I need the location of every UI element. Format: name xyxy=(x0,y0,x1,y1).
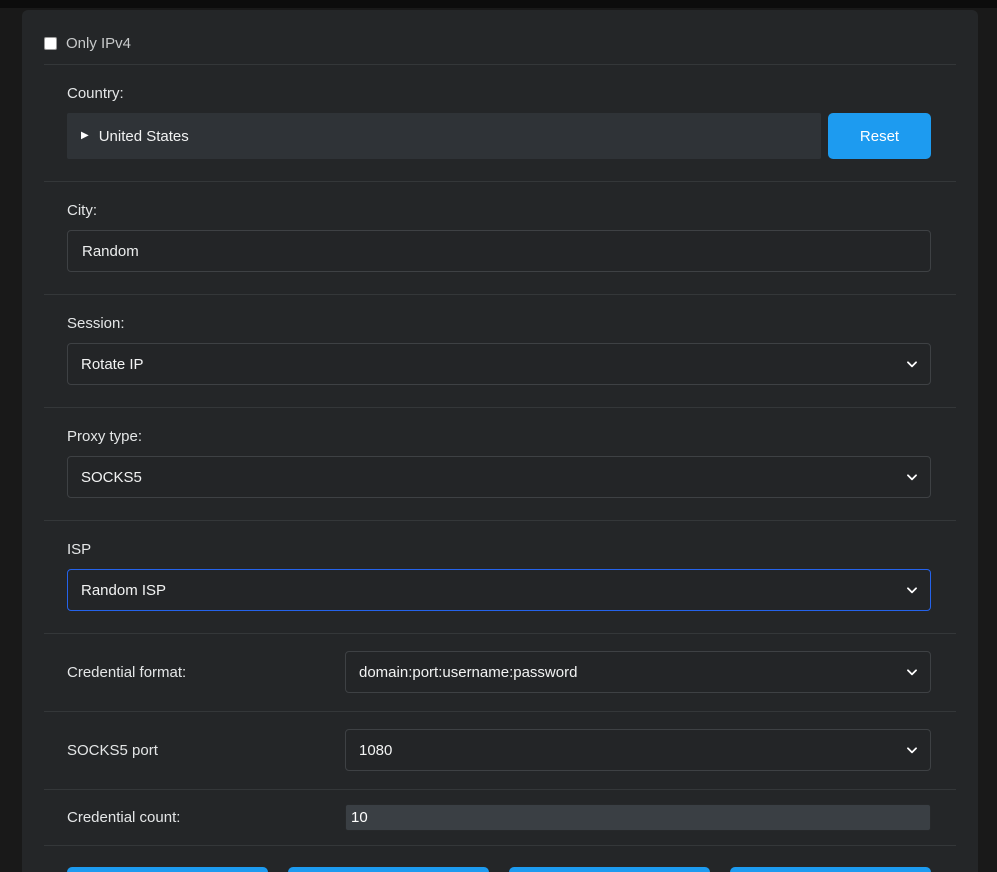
session-label: Session: xyxy=(67,315,931,332)
only-ipv4-row: Only IPv4 xyxy=(44,33,956,64)
country-section: Country: ▶ United States Reset xyxy=(44,64,956,181)
download-csv-button[interactable]: Download csv xyxy=(509,867,710,872)
country-dropdown[interactable]: ▶ United States xyxy=(67,113,821,159)
country-value: United States xyxy=(99,128,189,145)
country-control-row: ▶ United States Reset xyxy=(67,113,931,159)
reset-button[interactable]: Reset xyxy=(828,113,931,159)
city-label: City: xyxy=(67,202,931,219)
window-top-strip xyxy=(0,0,997,8)
credential-format-label: Credential format: xyxy=(67,664,345,681)
socks5-port-select[interactable]: 1080 xyxy=(345,729,931,771)
session-select-wrap: Rotate IP xyxy=(67,343,931,385)
credential-count-input[interactable] xyxy=(345,804,931,831)
only-ipv4-checkbox[interactable] xyxy=(44,37,57,50)
download-report-button[interactable]: Download Report xyxy=(730,867,931,872)
action-buttons-row: Generate Download txt Download csv Downl… xyxy=(44,845,956,872)
proxy-type-section: Proxy type: SOCKS5 xyxy=(44,407,956,520)
country-label: Country: xyxy=(67,85,931,102)
isp-select-wrap: Random ISP xyxy=(67,569,931,611)
download-txt-button[interactable]: Download txt xyxy=(288,867,489,872)
socks5-port-select-wrap: 1080 xyxy=(345,729,931,771)
isp-label: ISP xyxy=(67,541,931,558)
credential-count-label: Credential count: xyxy=(67,809,345,826)
credential-count-control xyxy=(345,804,931,831)
proxy-type-select-wrap: SOCKS5 xyxy=(67,456,931,498)
proxy-type-select[interactable]: SOCKS5 xyxy=(67,456,931,498)
city-input[interactable] xyxy=(67,230,931,272)
proxy-generator-panel: Only IPv4 Country: ▶ United States Reset… xyxy=(22,10,978,872)
credential-format-select-wrap: domain:port:username:password xyxy=(345,651,931,693)
credential-count-section: Credential count: xyxy=(44,789,956,845)
city-section: City: xyxy=(44,181,956,294)
socks5-port-section: SOCKS5 port 1080 xyxy=(44,711,956,789)
isp-select[interactable]: Random ISP xyxy=(67,569,931,611)
session-section: Session: Rotate IP xyxy=(44,294,956,407)
only-ipv4-label: Only IPv4 xyxy=(66,35,131,52)
proxy-type-label: Proxy type: xyxy=(67,428,931,445)
session-select[interactable]: Rotate IP xyxy=(67,343,931,385)
expand-arrow-icon: ▶ xyxy=(81,131,89,141)
isp-section: ISP Random ISP xyxy=(44,520,956,633)
generate-button[interactable]: Generate xyxy=(67,867,268,872)
credential-format-select[interactable]: domain:port:username:password xyxy=(345,651,931,693)
credential-format-section: Credential format: domain:port:username:… xyxy=(44,633,956,711)
socks5-port-label: SOCKS5 port xyxy=(67,742,345,759)
